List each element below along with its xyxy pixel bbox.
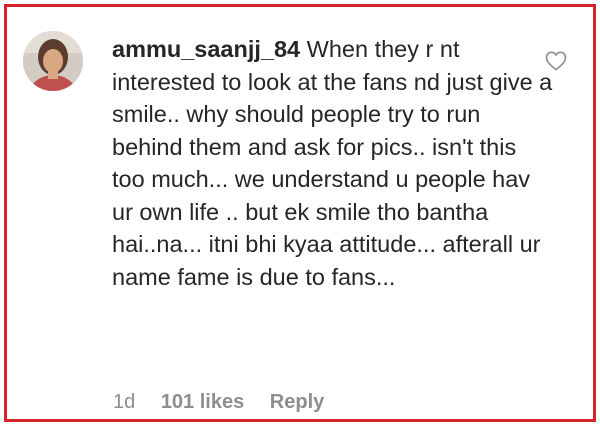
comment-time: 1d <box>113 391 136 413</box>
likes-count[interactable]: 101 likes <box>161 391 244 413</box>
avatar[interactable] <box>23 31 83 91</box>
comment-username[interactable]: ammu_saanjj_84 <box>112 36 300 62</box>
comment-body: ammu_saanjj_84 When they r nt interested… <box>112 33 554 293</box>
reply-button[interactable]: Reply <box>270 391 324 413</box>
heart-outline-icon[interactable] <box>545 51 567 71</box>
comment-text: When they r nt interested to look at the… <box>112 36 553 290</box>
comment-card: ammu_saanjj_84 When they r nt interested… <box>4 4 596 422</box>
comment-meta: 1d 101 likes Reply <box>113 391 344 414</box>
avatar-image <box>23 31 83 91</box>
